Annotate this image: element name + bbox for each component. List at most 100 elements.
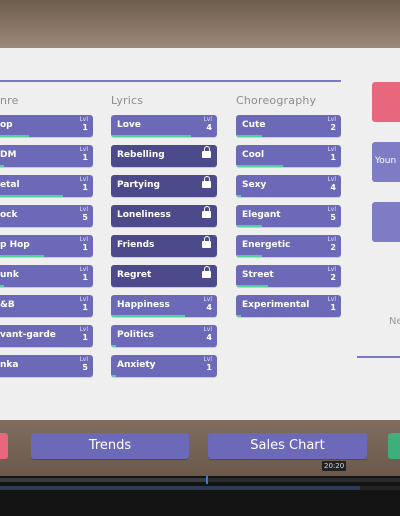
level-number: 1 (82, 273, 88, 282)
timeline-secondary-track (0, 486, 400, 490)
level-progress-bar (111, 345, 117, 347)
timeline-playhead[interactable] (206, 476, 208, 484)
level-caption: Lvl (203, 326, 212, 333)
right-empty-button[interactable] (372, 202, 400, 242)
level-progress-bar (0, 135, 29, 137)
genre-tile-label: unk (0, 270, 19, 280)
genre-selection-panel: nre Lyrics Choreography op Lvl 1 DM Lvl 1 etal… (0, 48, 400, 420)
trends-button[interactable]: Trends (31, 433, 189, 459)
choreography-tile-level: Lvl 4 (327, 176, 336, 193)
lock-icon (202, 236, 211, 248)
right-green-button[interactable] (388, 433, 400, 459)
lyrics-tile[interactable]: Friends (111, 235, 217, 257)
choreography-tile[interactable]: Elegant Lvl 5 (236, 205, 341, 227)
lyrics-tile-label: Rebelling (117, 150, 165, 160)
lyrics-tile-label: Friends (117, 240, 155, 250)
level-progress-bar (0, 195, 64, 197)
genre-tile-level: Lvl 1 (79, 116, 88, 133)
level-number: 4 (206, 333, 212, 342)
genre-tile-label: DM (0, 150, 17, 160)
lyrics-tile[interactable]: Happiness Lvl 4 (111, 295, 217, 317)
lock-icon (202, 146, 211, 158)
level-caption: Lvl (79, 146, 88, 153)
level-progress-bar (111, 315, 186, 317)
choreography-tile-level: Lvl 5 (327, 206, 336, 223)
level-caption: Lvl (327, 176, 336, 183)
level-caption: Lvl (79, 266, 88, 273)
level-progress-bar (236, 195, 242, 197)
lyrics-tile[interactable]: Loneliness (111, 205, 217, 227)
level-caption: Lvl (327, 266, 336, 273)
lyrics-tile[interactable]: Politics Lvl 4 (111, 325, 217, 347)
lock-icon (202, 266, 211, 278)
genre-tile[interactable]: ock Lvl 5 (0, 205, 93, 227)
level-caption: Lvl (327, 116, 336, 123)
lyrics-tile-level: Lvl 4 (203, 116, 212, 133)
level-caption: Lvl (79, 116, 88, 123)
timeline-played (0, 478, 206, 482)
genre-tile[interactable]: etal Lvl 1 (0, 175, 93, 197)
level-caption: Lvl (79, 236, 88, 243)
choreography-tile-level: Lvl 1 (327, 296, 336, 313)
right-pink-button[interactable] (372, 82, 400, 122)
level-progress-bar (111, 135, 191, 137)
top-divider (0, 80, 341, 82)
level-caption: Lvl (203, 116, 212, 123)
video-timeline[interactable] (0, 476, 400, 516)
choreography-tile-level: Lvl 2 (327, 116, 336, 133)
genre-tile[interactable]: DM Lvl 1 (0, 145, 93, 167)
lyrics-tile[interactable]: Rebelling (111, 145, 217, 167)
genre-tile-level: Lvl 5 (79, 206, 88, 223)
right-young-button[interactable]: Youn (372, 142, 400, 182)
level-number: 4 (330, 183, 336, 192)
lyrics-tile-label: Happiness (117, 300, 170, 310)
lyrics-tile[interactable]: Love Lvl 4 (111, 115, 217, 137)
level-progress-bar (0, 165, 4, 167)
level-number: 2 (330, 123, 336, 132)
choreography-tile[interactable]: Cool Lvl 1 (236, 145, 341, 167)
choreography-tile-level: Lvl 2 (327, 266, 336, 283)
lyrics-tile[interactable]: Regret (111, 265, 217, 287)
genre-tile[interactable]: op Lvl 1 (0, 115, 93, 137)
lyrics-tile[interactable]: Partying (111, 175, 217, 197)
genre-tile-level: Lvl 1 (79, 146, 88, 163)
level-progress-bar (236, 225, 263, 227)
genre-column-title: nre (0, 94, 19, 107)
level-caption: Lvl (327, 206, 336, 213)
lyrics-tile-label: Love (117, 120, 141, 130)
right-partial-text: Ne (389, 316, 400, 327)
level-number: 1 (206, 363, 212, 372)
choreography-tile-level: Lvl 2 (327, 236, 336, 253)
timeline-time-tooltip: 20:20 (322, 461, 347, 471)
genre-tile-level: Lvl 1 (79, 326, 88, 343)
genre-tile[interactable]: p Hop Lvl 1 (0, 235, 93, 257)
sales-chart-button[interactable]: Sales Chart (208, 433, 367, 459)
lock-icon (202, 176, 211, 188)
lyrics-tile[interactable]: Anxiety Lvl 1 (111, 355, 217, 377)
level-number: 1 (82, 123, 88, 132)
genre-tile-label: &B (0, 300, 15, 310)
lyrics-tile-label: Loneliness (117, 210, 171, 220)
lyrics-tile-label: Anxiety (117, 360, 156, 370)
genre-tile-label: ock (0, 210, 18, 220)
genre-tile[interactable]: unk Lvl 1 (0, 265, 93, 287)
level-progress-bar (236, 165, 284, 167)
left-pink-button[interactable] (0, 433, 8, 459)
choreography-tile[interactable]: Street Lvl 2 (236, 265, 341, 287)
lyrics-tile-level: Lvl 1 (203, 356, 212, 373)
level-number: 1 (330, 303, 336, 312)
choreography-tile[interactable]: Experimental Lvl 1 (236, 295, 341, 317)
level-caption: Lvl (79, 206, 88, 213)
level-progress-bar (0, 285, 4, 287)
choreography-tile-label: Experimental (242, 300, 310, 310)
genre-tile[interactable]: vant-garde Lvl 1 (0, 325, 93, 347)
genre-tile[interactable]: &B Lvl 1 (0, 295, 93, 317)
genre-tile[interactable]: nka Lvl 5 (0, 355, 93, 377)
genre-tile-level: Lvl 1 (79, 176, 88, 193)
level-number: 1 (330, 153, 336, 162)
choreography-tile[interactable]: Cute Lvl 2 (236, 115, 341, 137)
choreography-tile[interactable]: Energetic Lvl 2 (236, 235, 341, 257)
choreography-tile-label: Energetic (242, 240, 291, 250)
choreography-tile[interactable]: Sexy Lvl 4 (236, 175, 341, 197)
genre-tile-level: Lvl 5 (79, 356, 88, 373)
